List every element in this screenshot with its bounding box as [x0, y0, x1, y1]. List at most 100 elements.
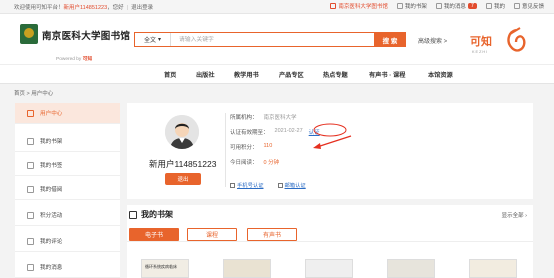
logout-button[interactable]: 退出 — [165, 173, 201, 185]
book-cover[interactable] — [305, 259, 353, 278]
divider — [225, 113, 226, 187]
site-title[interactable]: 南京医科大学图书馆 — [42, 28, 130, 42]
gift-icon — [27, 211, 34, 219]
show-all-label: 显示全部 — [501, 213, 524, 219]
user-icon — [485, 3, 492, 9]
bookshelf-section: 我的书架 显示全部 › 电子书 课程 有声书 循环系统疾病临床 — [127, 205, 533, 278]
nav-audiobooks-courses[interactable]: 有声书 · 课程 — [369, 70, 405, 79]
top-links: 南京医科大学图书馆 我的书架 我的消息 7 我的 意见反馈 — [330, 2, 544, 10]
user-avatar-icon — [165, 115, 199, 149]
sidebar-item-borrowing[interactable]: 我的借阅 — [15, 179, 120, 200]
welcome-bar: 欢迎使用可知平台！新用户114851223，您好 | 退出登录 — [14, 3, 153, 11]
points-value: 110 — [263, 143, 273, 149]
sidebar-item-user-center[interactable]: 用户中心 — [15, 103, 120, 124]
reading-label: 今日阅读： — [230, 160, 258, 166]
top-bar: 欢迎使用可知平台！新用户114851223，您好 | 退出登录 南京医科大学图书馆 … — [0, 0, 554, 14]
book-cover[interactable] — [387, 259, 435, 278]
points-row: 可用积分： 110 — [230, 143, 272, 151]
avatar[interactable] — [165, 115, 199, 149]
university-logo[interactable] — [20, 24, 38, 44]
comment-icon — [27, 237, 34, 245]
advanced-search-link[interactable]: 高级搜索 > — [418, 36, 447, 45]
points-label: 可用积分： — [230, 145, 258, 151]
powered-prefix: Powered by — [56, 57, 82, 62]
library-link[interactable]: 南京医科大学图书馆 — [330, 2, 388, 10]
message-count-badge: 7 — [467, 3, 477, 9]
search-input[interactable] — [179, 34, 369, 45]
nav-products[interactable]: 产品专区 — [279, 70, 304, 79]
powered-brand: 可知 — [82, 57, 93, 62]
nav-publishers[interactable]: 出版社 — [196, 70, 215, 79]
search-button[interactable]: 搜 索 — [374, 32, 406, 47]
email-cert-option[interactable]: 邮箱认证 — [277, 181, 306, 189]
tab-ebooks[interactable]: 电子书 — [129, 228, 179, 241]
bookshelf-icon — [27, 137, 34, 145]
book-covers: 循环系统疾病临床 — [127, 259, 533, 278]
my-account-link-label: 我的 — [493, 4, 505, 10]
bookshelf-tabs: 电子书 课程 有声书 — [127, 228, 533, 242]
feedback-icon — [513, 3, 520, 9]
building-icon — [330, 3, 337, 9]
book-cover-title: 循环系统疾病临床 — [145, 264, 177, 269]
email-cert-label: 邮箱认证 — [284, 183, 306, 189]
phone-cert-option[interactable]: 手机号认证 — [230, 181, 264, 189]
cert-options: 手机号认证 邮箱认证 — [230, 181, 306, 189]
org-value: 南京医科大学 — [263, 115, 297, 121]
brand-name: 可知 — [470, 36, 492, 48]
cert-row: 认证有效期至： 2021-02-27 认证 — [230, 128, 320, 136]
welcome-text: 欢迎使用可知平台！ — [14, 5, 64, 11]
current-user-link[interactable]: 新用户114851223 — [64, 5, 108, 11]
borrow-icon — [27, 185, 34, 193]
nav-home[interactable]: 首页 — [164, 70, 176, 79]
show-all-link[interactable]: 显示全部 › — [502, 211, 527, 219]
tab-audiobooks[interactable]: 有声书 — [247, 228, 297, 241]
sidebar-item-points[interactable]: 积分活动 — [15, 205, 120, 226]
my-account-link[interactable]: 我的 — [485, 2, 505, 10]
mail-icon — [277, 182, 283, 188]
user-icon — [27, 109, 34, 117]
book-icon — [129, 210, 137, 219]
nav-library-resources[interactable]: 本馆资源 — [428, 70, 453, 79]
reading-value: 0 分钟 — [263, 160, 280, 166]
cert-link[interactable]: 认证 — [309, 128, 320, 136]
cert-label: 认证有效期至： — [230, 130, 269, 136]
sidebar-item-label: 我的评论 — [40, 239, 63, 245]
cert-value: 2021-02-27 — [274, 128, 303, 134]
sidebar-item-label: 我的消息 — [40, 265, 63, 271]
sidebar-item-bookmarks[interactable]: 我的书签 — [15, 155, 120, 176]
sidebar-item-messages[interactable]: 我的消息 — [15, 257, 120, 278]
sidebar-item-label: 积分活动 — [40, 213, 63, 219]
bookshelf-title-text: 我的书架 — [141, 210, 173, 219]
sidebar-item-comments[interactable]: 我的评论 — [15, 231, 120, 252]
bookmark-icon — [27, 161, 34, 169]
tab-courses[interactable]: 课程 — [187, 228, 237, 241]
site-header: 南京医科大学图书馆 Powered by 可知 全文▾ 搜 索 高级搜索 > 可… — [0, 14, 554, 64]
phone-cert-label: 手机号认证 — [237, 183, 264, 189]
search-scope-label: 全文 — [143, 38, 156, 44]
my-messages-link[interactable]: 我的消息 7 — [435, 2, 477, 10]
nav-textbooks[interactable]: 教学用书 — [234, 70, 259, 79]
sidebar-item-label: 用户中心 — [40, 111, 63, 117]
library-link-label: 南京医科大学图书馆 — [338, 4, 388, 10]
breadcrumb: 首页 > 用户中心 — [14, 91, 54, 97]
feedback-link[interactable]: 意见反馈 — [513, 2, 544, 10]
my-bookshelf-link[interactable]: 我的书架 — [396, 2, 427, 10]
powered-by: Powered by 可知 — [56, 55, 92, 62]
logout-link[interactable]: 退出登录 — [131, 5, 153, 11]
org-row: 所属机构： 南京医科大学 — [230, 113, 297, 121]
my-messages-link-label: 我的消息 — [443, 4, 466, 10]
divider: | — [126, 5, 129, 11]
message-icon — [27, 263, 34, 271]
user-sidebar: 用户中心 我的书架 我的书签 我的借阅 积分活动 我的评论 我的消息 — [15, 103, 120, 278]
search-scope-select[interactable]: 全文 ▾ — [135, 33, 171, 46]
kezhi-brand-logo[interactable]: 可知 KEZHI — [470, 27, 540, 58]
book-cover[interactable]: 循环系统疾病临床 — [141, 259, 189, 278]
profile-card: 新用户114851223 退出 所属机构： 南京医科大学 认证有效期至： 2021-… — [127, 103, 533, 199]
book-cover[interactable] — [469, 259, 517, 278]
sidebar-item-bookshelf[interactable]: 我的书架 — [15, 131, 120, 152]
username: 新用户114851223 — [149, 159, 217, 169]
book-cover[interactable] — [223, 259, 271, 278]
bookshelf-title: 我的书架 — [129, 209, 173, 220]
nav-topics[interactable]: 热点专题 — [323, 70, 348, 79]
book-icon — [396, 3, 403, 9]
